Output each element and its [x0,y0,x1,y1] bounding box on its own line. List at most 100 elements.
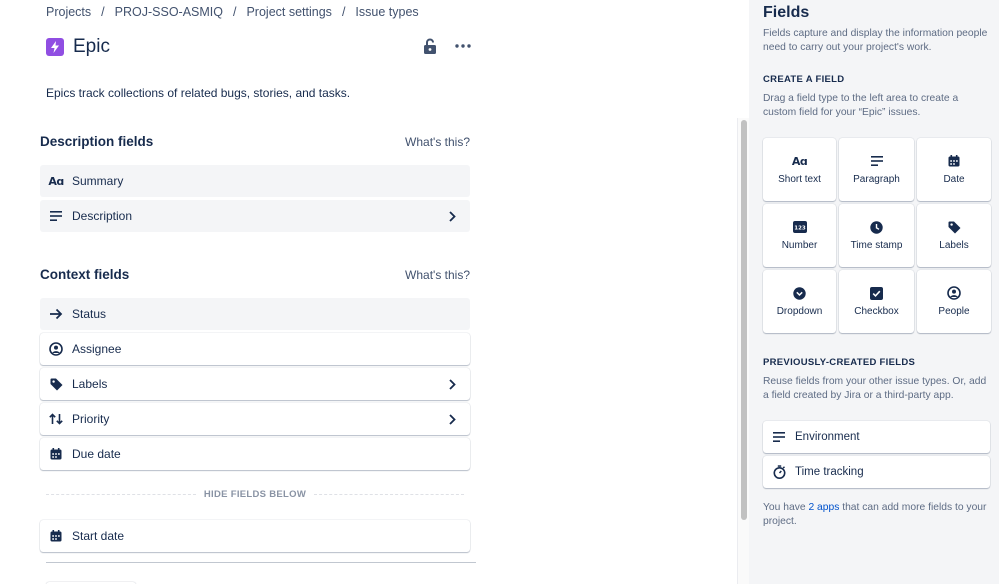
chevron-right-icon[interactable] [445,412,459,426]
previous-field-label: Environment [795,431,860,443]
field-type-label: Labels [939,240,969,251]
field-row-labels[interactable]: Labels [40,368,470,400]
field-row-description[interactable]: Description [40,200,470,232]
scrollbar-track[interactable] [737,118,749,584]
tag-icon [947,220,961,234]
divider-dash [314,493,464,495]
field-row-status[interactable]: Status [40,298,470,330]
breadcrumb: Projects / PROJ-SSO-ASMIQ / Project sett… [46,4,419,20]
section-title: Context fields [40,267,130,282]
calendar-icon [49,529,63,543]
breadcrumb-projects[interactable]: Projects [46,5,91,19]
field-label: Summary [72,174,124,188]
field-type-label: Paragraph [853,174,900,185]
page-title: Epic [73,36,110,57]
field-type-checkbox[interactable]: Checkbox [839,270,914,333]
paragraph-icon [49,209,63,223]
field-type-label: Date [943,174,965,185]
field-row-summary[interactable]: Aɑ Summary [40,165,470,197]
number-icon: 123 [792,220,807,234]
field-type-label: Checkbox [854,306,899,317]
field-type-paragraph[interactable]: Paragraph [839,138,914,201]
field-type-grid: Aɑ Short text Paragraph Date 123 Number [763,138,991,333]
apps-link[interactable]: 2 apps [808,502,839,513]
field-type-label: Time stamp [850,240,903,251]
field-label: Labels [72,377,108,391]
field-row-start-date[interactable]: Start date [40,520,470,552]
previous-field-environment[interactable]: Environment [763,421,990,453]
previous-field-time-tracking[interactable]: Time tracking [763,456,990,488]
field-type-label: Number [781,240,818,251]
epic-lightning-icon [46,38,64,56]
checkbox-icon [870,286,884,300]
create-field-heading: CREATE A FIELD [763,74,845,85]
calendar-icon [947,154,961,168]
field-label: Start date [72,529,125,543]
unlock-icon[interactable] [421,37,439,55]
previous-fields-help: Reuse fields from your other issue types… [763,376,987,401]
issue-type-header: Epic [46,36,110,58]
stopwatch-icon [772,465,786,479]
apps-note-prefix: You have [763,502,809,513]
arrow-right-icon [49,307,63,321]
context-fields-header: Context fields What's this? [40,267,470,282]
field-label: Description [72,209,133,223]
field-label: Assignee [72,342,122,356]
footer-divider [46,562,476,563]
breadcrumb-project[interactable]: PROJ-SSO-ASMIQ [115,5,223,19]
previous-field-label: Time tracking [795,466,864,478]
field-row-assignee[interactable]: Assignee [40,333,470,365]
chevron-right-icon[interactable] [445,377,459,391]
divider-dash [46,493,196,495]
dropdown-icon [793,286,807,300]
field-type-time-stamp[interactable]: Time stamp [839,204,914,267]
chevron-right-icon[interactable] [445,209,459,223]
description-fields-header: Description fields What's this? [40,134,470,149]
breadcrumb-separator: / [341,5,346,19]
apps-note: You have 2 apps that can add more fields… [763,501,993,529]
field-type-number[interactable]: 123 Number [763,204,836,267]
clock-icon [870,220,884,234]
paragraph-icon [870,154,884,168]
field-type-labels[interactable]: Labels [917,204,991,267]
field-label: Status [72,307,107,321]
breadcrumb-issue-types[interactable]: Issue types [355,5,418,19]
hide-fields-divider: HIDE FIELDS BELOW [46,488,464,500]
create-field-help: Drag a field type to the left area to cr… [763,93,959,118]
previous-fields-heading: PREVIOUSLY-CREATED FIELDS [763,357,916,368]
breadcrumb-separator: / [101,5,105,19]
whats-this-link[interactable]: What's this? [405,135,470,149]
field-type-label: Dropdown [776,306,823,317]
whats-this-link[interactable]: What's this? [405,268,470,282]
priority-icon [49,412,63,426]
person-icon [49,342,63,356]
tag-icon [49,377,63,391]
calendar-icon [49,447,63,461]
field-type-dropdown[interactable]: Dropdown [763,270,836,333]
field-row-due-date[interactable]: Due date [40,438,470,470]
breadcrumb-separator: / [232,5,237,19]
paragraph-icon [772,430,786,444]
field-type-date[interactable]: Date [917,138,991,201]
person-icon [947,286,961,300]
more-options-icon[interactable] [453,37,473,55]
field-type-people[interactable]: People [917,270,991,333]
divider-label: HIDE FIELDS BELOW [203,488,307,500]
field-label: Priority [72,412,110,426]
field-label: Due date [72,447,121,461]
field-row-priority[interactable]: Priority [40,403,470,435]
field-type-short-text[interactable]: Aɑ Short text [763,138,836,201]
section-title: Description fields [40,134,154,149]
field-type-label: Short text [778,174,821,185]
short-text-icon: Aɑ [791,154,808,168]
panel-title: Fields [763,4,810,21]
svg-text:123: 123 [794,225,806,231]
scrollbar-thumb[interactable] [741,120,747,520]
title-actions [421,37,473,55]
fields-panel: Fields Fields capture and display the in… [749,0,999,584]
short-text-icon: Aɑ [48,174,64,188]
issue-type-description: Epics track collections of related bugs,… [46,86,351,100]
breadcrumb-project-settings[interactable]: Project settings [246,5,331,19]
panel-intro: Fields capture and display the informati… [763,28,988,53]
field-type-label: People [938,306,970,317]
